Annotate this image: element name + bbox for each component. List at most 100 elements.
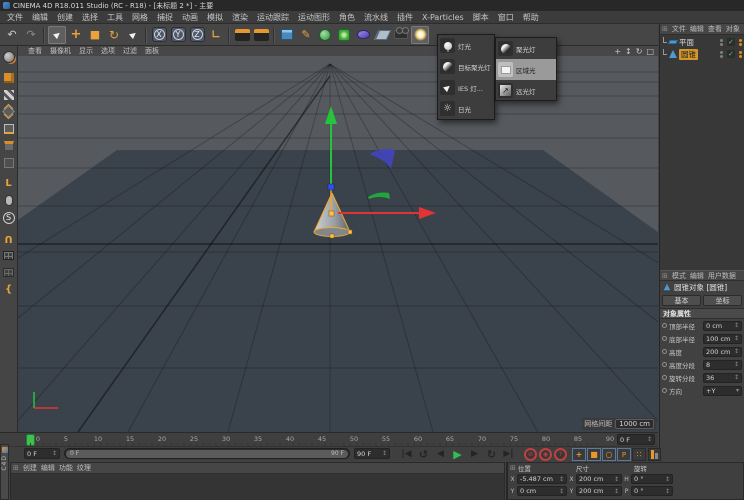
spline-pen-button[interactable]: ✎ [297, 26, 315, 44]
dropdown-arrow-icon[interactable]: ▾ [736, 387, 739, 394]
enabled-check-icon[interactable]: ✓ [727, 50, 735, 58]
material-list-area[interactable] [11, 474, 504, 500]
title-bar[interactable]: CINEMA 4D R18.011 Studio (RC - R18) - [未… [0, 0, 744, 11]
move-tool[interactable]: + [67, 26, 85, 44]
deformer-button[interactable] [335, 26, 353, 44]
menu-window[interactable]: 窗口 [498, 12, 514, 23]
rotate-view-icon[interactable]: ↻ [636, 47, 643, 56]
layout-side-tab[interactable]: C4D [0, 444, 9, 500]
camera-button[interactable] [392, 26, 410, 44]
start-frame-input[interactable]: 0 F ↕ [24, 448, 60, 459]
stepper-icon[interactable]: ↕ [734, 335, 739, 342]
menu-simulate[interactable]: 模拟 [207, 12, 223, 23]
keyframe-selection-button[interactable]: ? [554, 448, 567, 461]
size-x-input[interactable]: 200 cm ↕ [576, 474, 622, 484]
workplane-mode-button[interactable] [1, 248, 16, 263]
pan-view-icon[interactable]: + [614, 47, 621, 56]
stepper-icon[interactable]: ↕ [559, 476, 564, 483]
goto-end-button[interactable]: ▶| [500, 447, 517, 461]
om-menu-objects[interactable]: 对象 [726, 24, 740, 34]
lock-y-axis-button[interactable]: Y [169, 26, 187, 44]
anim-dot-icon[interactable] [662, 375, 667, 380]
previous-frame-button[interactable]: ◀ [432, 447, 449, 461]
autokeying-button[interactable]: ◉ [539, 448, 552, 461]
lock-x-axis-button[interactable]: X [150, 26, 168, 44]
mat-menu-function[interactable]: 功能 [59, 463, 73, 473]
object-manager[interactable]: 平面 ✓ 圆锥 ✓ [660, 35, 744, 270]
menu-item-spot-light[interactable]: 聚光灯 [496, 38, 556, 59]
next-frame-button[interactable]: ▶ [466, 447, 483, 461]
mat-menu-edit[interactable]: 编辑 [41, 463, 55, 473]
om-menu-edit[interactable]: 编辑 [690, 24, 704, 34]
menu-item-target-spot[interactable]: 目标聚光灯 [438, 56, 494, 77]
menu-mograph[interactable]: 运动图形 [298, 12, 330, 23]
quantize-tool-button[interactable]: { [1, 282, 16, 297]
menu-edit[interactable]: 编辑 [32, 12, 48, 23]
stepper-icon[interactable]: ↕ [382, 450, 387, 457]
gizmo-z-handle[interactable] [328, 184, 334, 190]
menu-animate[interactable]: 动画 [182, 12, 198, 23]
height-input[interactable]: 200 cm ↕ [703, 347, 742, 357]
anim-dot-icon[interactable] [662, 362, 667, 367]
menu-motion-tracker[interactable]: 运动跟踪 [257, 12, 289, 23]
rotation-h-input[interactable]: 0 ° ↕ [631, 474, 673, 484]
frame-range-slider[interactable]: 0 F 90 F [64, 448, 350, 459]
menu-create[interactable]: 创建 [57, 12, 73, 23]
viewport-perspective[interactable]: 查看 摄像机 显示 选项 过滤 面板 + ↕ ↻ □ 透视视图 [18, 46, 658, 432]
enabled-check-icon[interactable]: ✓ [727, 38, 735, 46]
object-row-cone[interactable]: 圆锥 ✓ [660, 48, 744, 60]
keyframe-presets-button[interactable] [648, 448, 661, 461]
light-button[interactable] [411, 26, 429, 44]
enable-axis-button[interactable]: L [1, 176, 16, 191]
vp-menu-cameras[interactable]: 摄像机 [50, 46, 71, 56]
size-y-input[interactable]: 200 cm ↕ [576, 486, 622, 496]
size-header[interactable]: 尺寸 [576, 463, 632, 473]
key-scale-toggle[interactable]: ■ [587, 448, 601, 461]
key-position-toggle[interactable]: + [572, 448, 586, 461]
render-view-button[interactable] [233, 26, 251, 44]
render-picture-viewer-button[interactable] [252, 26, 270, 44]
rotation-p-input[interactable]: 0 ° ↕ [631, 486, 673, 496]
magnet-tool-button[interactable]: U [1, 231, 16, 246]
menu-select[interactable]: 选择 [82, 12, 98, 23]
tweak-mode-button[interactable] [1, 155, 16, 170]
stepper-icon[interactable]: ↕ [52, 450, 57, 457]
stepper-icon[interactable]: ↕ [734, 348, 739, 355]
menu-help[interactable]: 帮助 [523, 12, 539, 23]
menu-item-infinite-light[interactable]: ↗ 远光灯 [496, 80, 556, 101]
menu-render[interactable]: 渲染 [232, 12, 248, 23]
menu-character[interactable]: 角色 [339, 12, 355, 23]
stepper-icon[interactable]: ↕ [647, 436, 652, 443]
layer-dots[interactable] [739, 39, 742, 46]
om-menu-view[interactable]: 查看 [708, 24, 722, 34]
stepper-icon[interactable]: ↕ [665, 476, 670, 483]
layer-dots[interactable] [739, 51, 742, 58]
environment-button[interactable] [354, 26, 372, 44]
last-tool-button[interactable]: ▶ [124, 26, 142, 44]
stepper-icon[interactable]: ↕ [734, 361, 739, 368]
position-x-input[interactable]: -5.487 cm ↕ [517, 474, 567, 484]
lock-z-axis-button[interactable]: Z [188, 26, 206, 44]
position-header[interactable]: 位置 [518, 463, 574, 473]
vp-menu-view[interactable]: 查看 [28, 46, 42, 56]
object-name[interactable]: 平面 [679, 37, 694, 48]
menu-mesh[interactable]: 网格 [132, 12, 148, 23]
lock-workplane-button[interactable] [1, 265, 16, 280]
viewport-solo-button[interactable] [1, 193, 16, 208]
redo-button[interactable]: ↷ [22, 26, 40, 44]
menu-file[interactable]: 文件 [7, 12, 23, 23]
menu-tools[interactable]: 工具 [107, 12, 123, 23]
vp-menu-options[interactable]: 选项 [101, 46, 115, 56]
anim-dot-icon[interactable] [662, 349, 667, 354]
visibility-dots[interactable] [720, 39, 723, 46]
rotation-header[interactable]: 旋转 [634, 463, 684, 473]
enable-snap-button[interactable]: S [1, 210, 16, 225]
am-menu-mode[interactable]: 模式 [672, 271, 686, 281]
stepper-icon[interactable]: ↕ [614, 476, 619, 483]
menu-plugins[interactable]: 插件 [397, 12, 413, 23]
stepper-icon[interactable]: ↕ [665, 488, 670, 495]
live-selection-tool[interactable]: ▶ [48, 26, 66, 44]
model-mode-button[interactable] [1, 70, 16, 85]
rotation-segments-input[interactable]: 36 ↕ [703, 373, 742, 383]
coordinate-system-button[interactable]: ∟ [207, 26, 225, 44]
